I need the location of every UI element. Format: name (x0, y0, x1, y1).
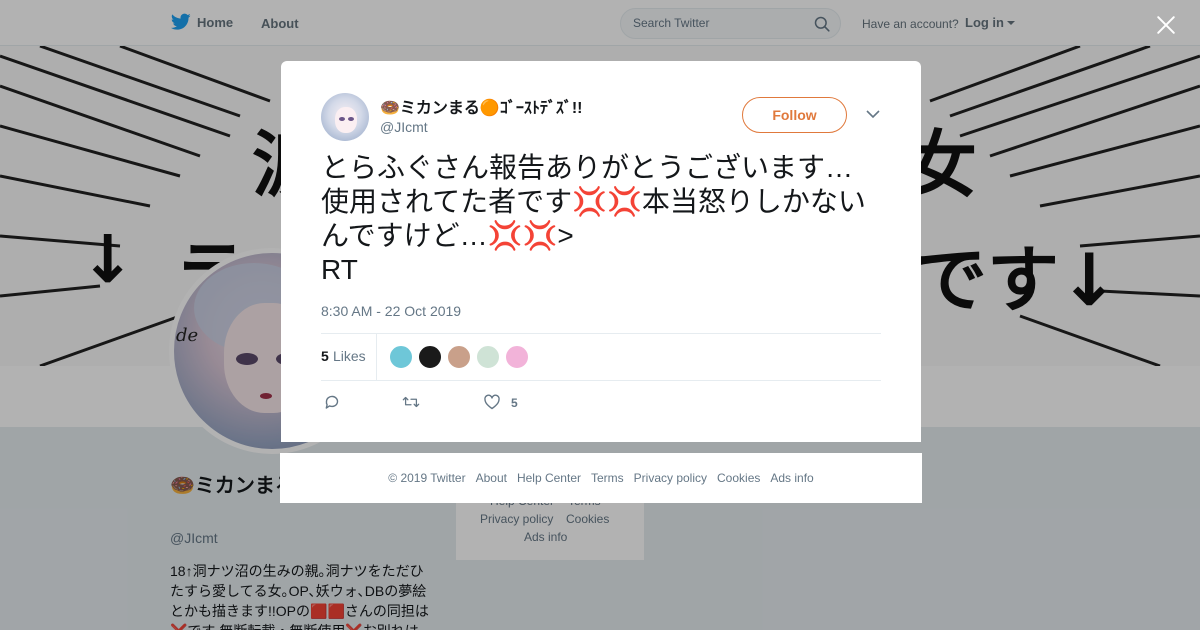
likes-label[interactable]: Likes (333, 348, 366, 364)
modal-footer: © 2019 Twitter About Help Center Terms P… (280, 453, 922, 503)
follow-button[interactable]: Follow (742, 97, 847, 133)
liker-avatar[interactable] (389, 345, 413, 369)
stats-divider-bottom (321, 380, 881, 381)
close-icon[interactable] (1153, 12, 1179, 38)
liker-avatar[interactable] (505, 345, 529, 369)
tweet-avatar-eye-right (348, 117, 354, 121)
footer-about-link[interactable]: About (476, 471, 507, 485)
retweet-button[interactable] (402, 393, 420, 416)
liker-avatar[interactable] (418, 345, 442, 369)
footer-copyright: © 2019 Twitter (388, 471, 466, 485)
stats-divider-top (321, 333, 881, 334)
footer-privacy-link[interactable]: Privacy policy (634, 471, 707, 485)
tweet-avatar-face (335, 107, 357, 133)
stats-vertical-divider (376, 334, 377, 380)
retweet-icon (402, 396, 420, 408)
tweet-author-avatar[interactable] (321, 93, 369, 141)
tweet-author-name[interactable]: 🍩ミカンまる🟠ｺﾞｰｽﾄﾃﾞｽﾞ!! (380, 94, 583, 118)
reply-button[interactable] (323, 393, 341, 416)
chevron-down-icon[interactable] (866, 109, 880, 119)
likes-count[interactable]: 5 (321, 348, 329, 364)
reply-icon (325, 395, 339, 409)
twitter-page: Home About Have an account? Log in (0, 0, 1200, 630)
liker-avatar[interactable] (476, 345, 500, 369)
footer-cookies-link[interactable]: Cookies (717, 471, 760, 485)
tweet-timestamp[interactable]: 8:30 AM - 22 Oct 2019 (321, 303, 461, 319)
tweet-avatar-eye-left (339, 117, 345, 121)
heart-icon (484, 394, 500, 410)
footer-help-link[interactable]: Help Center (517, 471, 581, 485)
footer-terms-link[interactable]: Terms (591, 471, 624, 485)
tweet-modal: 🍩ミカンまる🟠ｺﾞｰｽﾄﾃﾞｽﾞ!! @JIcmt Follow とらふぐさん報… (281, 61, 921, 442)
like-button[interactable] (483, 393, 501, 416)
like-action-count: 5 (511, 396, 518, 410)
liker-avatar[interactable] (447, 345, 471, 369)
footer-ads-link[interactable]: Ads info (770, 471, 813, 485)
tweet-author-handle[interactable]: @JIcmt (380, 119, 428, 135)
tweet-text: とらふぐさん報告ありがとうございます… 使用されてた者です💢💢本当怒りしかないん… (321, 152, 866, 285)
